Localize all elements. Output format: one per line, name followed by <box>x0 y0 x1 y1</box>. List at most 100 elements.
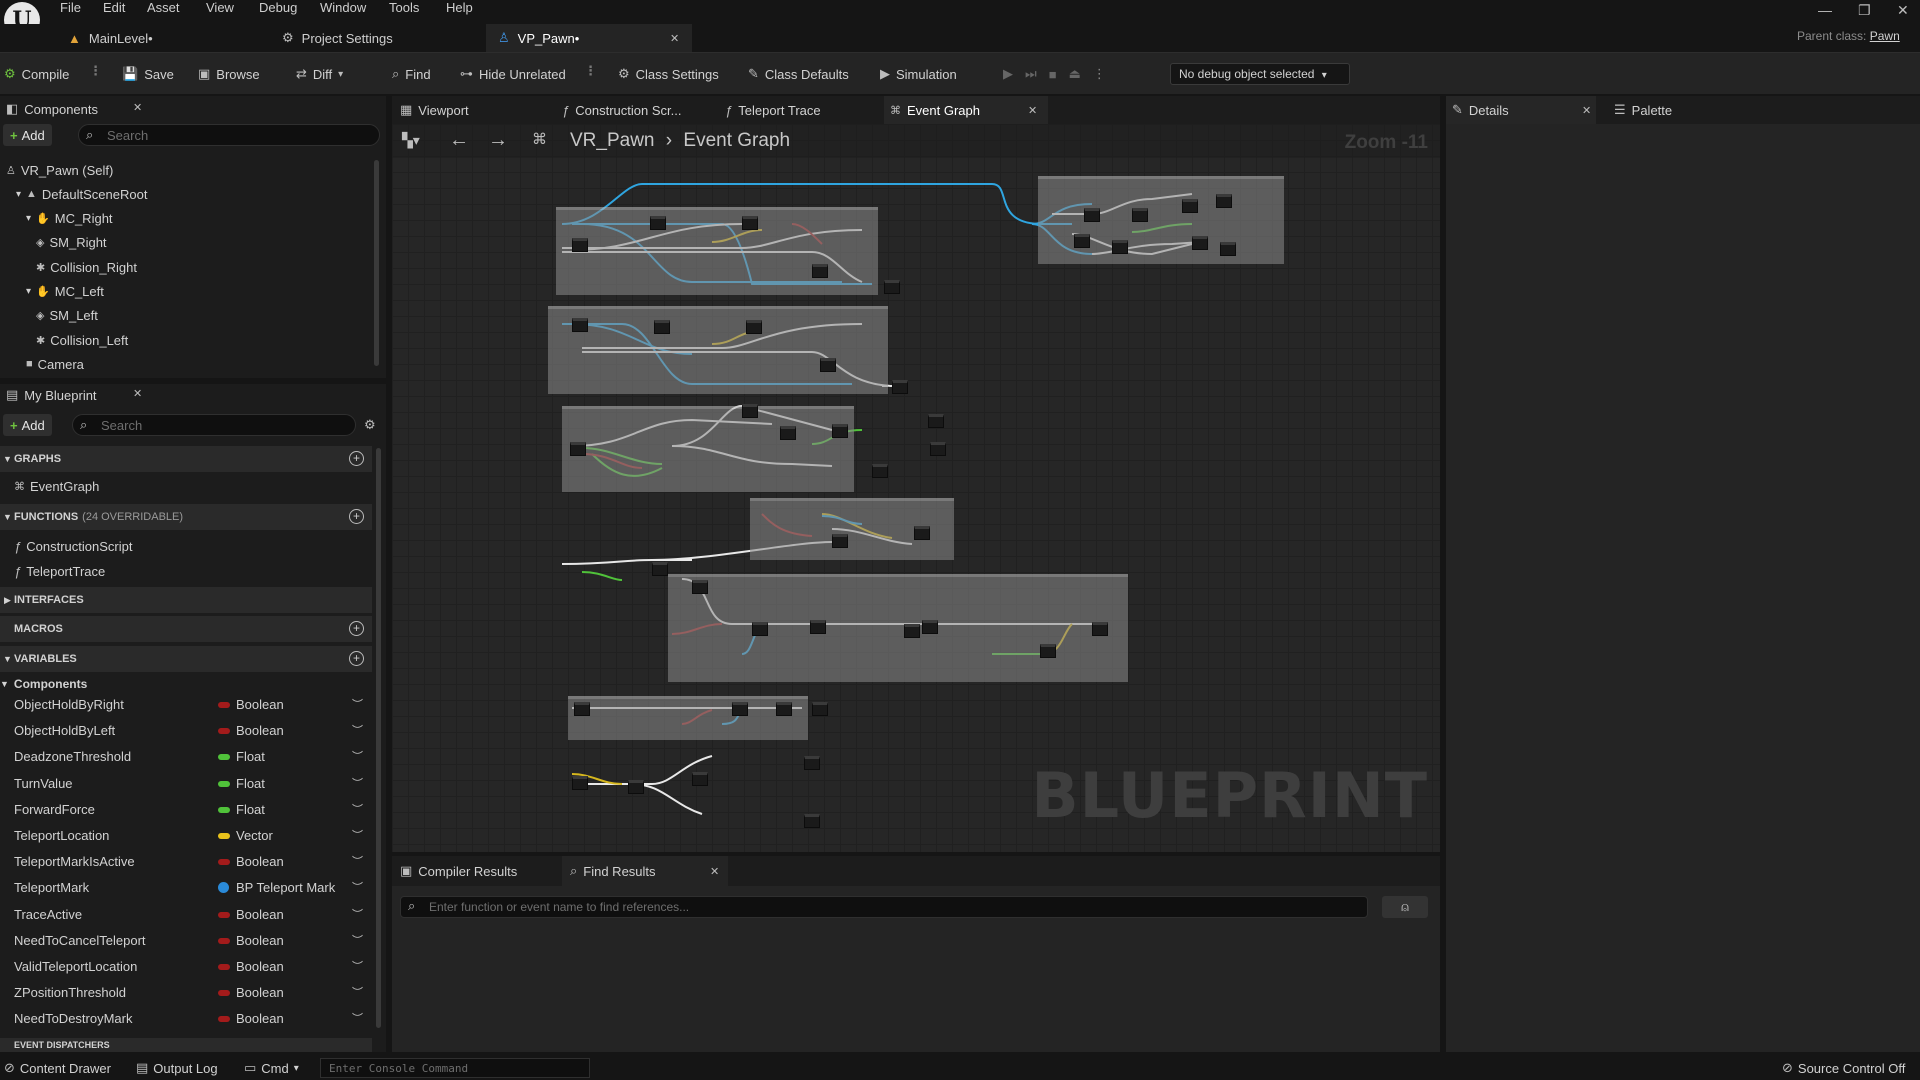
debug-object-select[interactable]: No debug object selected ▾ <box>1170 63 1350 85</box>
graph-node[interactable] <box>812 264 828 278</box>
tab-compiler-results[interactable]: ▣ Compiler Results <box>400 860 517 882</box>
graph-node[interactable] <box>742 216 758 230</box>
tab-vr-pawn[interactable]: ♙ VP_Pawn• ✕ <box>486 24 692 52</box>
visibility-eye-icon[interactable]: ︶ <box>352 984 363 1000</box>
tab-mainlevel[interactable]: ▲ MainLevel• <box>56 24 266 52</box>
variable-type[interactable]: Boolean <box>236 933 284 948</box>
graph-node[interactable] <box>574 702 590 716</box>
variable-type[interactable]: BP Teleport Mark <box>236 880 335 895</box>
graph-node[interactable] <box>884 280 900 294</box>
graph-node[interactable] <box>810 620 826 634</box>
graph-node[interactable] <box>812 702 828 716</box>
close-tab-icon[interactable]: ✕ <box>133 101 142 114</box>
comment-box[interactable] <box>568 696 808 740</box>
scrollbar[interactable] <box>374 160 379 366</box>
add-member-button[interactable]: + Add <box>3 414 52 436</box>
graph-node[interactable] <box>804 756 820 770</box>
graph-node[interactable] <box>820 358 836 372</box>
visibility-eye-icon[interactable]: ︶ <box>352 748 363 764</box>
graph-node[interactable] <box>732 702 748 716</box>
graph-node[interactable] <box>1084 208 1100 222</box>
more-options-icon[interactable]: ⋮ <box>1093 66 1106 82</box>
visibility-eye-icon[interactable]: ︶ <box>352 906 363 922</box>
menu-tools[interactable]: Tools <box>389 0 419 15</box>
graph-node[interactable] <box>832 424 848 438</box>
variable-type[interactable]: Boolean <box>236 854 284 869</box>
settings-gear-icon[interactable]: ⚙ <box>364 417 376 433</box>
variable-category-components[interactable]: ▼ Components <box>0 674 87 694</box>
function-item-constructionscript[interactable]: ƒ ConstructionScript <box>14 536 132 556</box>
browse-button[interactable]: ▣ Browse <box>198 63 260 85</box>
close-tab-icon[interactable]: ✕ <box>670 32 679 45</box>
add-graph-icon[interactable]: + <box>349 451 364 466</box>
close-window-icon[interactable]: ✕ <box>1897 2 1909 19</box>
variable-row[interactable]: NeedToCancelTeleport Boolean ︶ <box>0 928 372 954</box>
my-blueprint-search-input[interactable]: Search <box>72 414 356 436</box>
graph-node[interactable] <box>804 814 820 828</box>
graph-node[interactable] <box>742 404 758 418</box>
component-item[interactable]: ▾ ✋ MC_Left <box>26 282 104 302</box>
function-item-teleporttrace[interactable]: ƒ TeleportTrace <box>14 561 105 581</box>
variable-type[interactable]: Float <box>236 749 265 764</box>
interfaces-section-header[interactable]: ▶ INTERFACES <box>0 587 372 613</box>
components-tab[interactable]: ◧ Components <box>6 98 98 120</box>
graph-node[interactable] <box>904 624 920 638</box>
find-in-all-blueprints-button[interactable]: ⍝ <box>1382 896 1428 918</box>
variable-type[interactable]: Boolean <box>236 697 284 712</box>
menu-file[interactable]: File <box>60 0 81 15</box>
visibility-eye-icon[interactable]: ︶ <box>352 1010 363 1026</box>
content-drawer-button[interactable]: ⊘ Content Drawer <box>4 1060 111 1076</box>
variable-row[interactable]: TraceActive Boolean ︶ <box>0 902 372 928</box>
tab-palette[interactable]: ☰ Palette <box>1614 99 1672 121</box>
graph-item-eventgraph[interactable]: ⌘ EventGraph <box>14 476 99 496</box>
graphs-section-header[interactable]: ▼ GRAPHS + <box>0 446 372 472</box>
close-tab-icon[interactable]: ✕ <box>1582 104 1591 117</box>
visibility-eye-icon[interactable]: ︶ <box>352 775 363 791</box>
graph-node[interactable] <box>692 772 708 786</box>
graph-node[interactable] <box>572 776 588 790</box>
source-control-button[interactable]: ⊘ Source Control Off <box>1782 1060 1905 1076</box>
tab-project-settings[interactable]: ⚙ Project Settings <box>270 24 480 52</box>
add-function-icon[interactable]: + <box>349 509 364 524</box>
graph-node[interactable] <box>832 534 848 548</box>
graph-node[interactable] <box>1074 234 1090 248</box>
console-command-input[interactable]: Enter Console Command <box>320 1058 590 1078</box>
menu-help[interactable]: Help <box>446 0 473 15</box>
graph-node[interactable] <box>922 620 938 634</box>
tab-construction-script[interactable]: ƒ Construction Scr... <box>562 99 681 121</box>
diff-button[interactable]: ⇄ Diff ▾ <box>296 63 343 85</box>
visibility-eye-icon[interactable]: ︶ <box>352 879 363 895</box>
graph-node[interactable] <box>1132 208 1148 222</box>
variable-row[interactable]: TeleportMark BP Teleport Mark ︶ <box>0 875 372 901</box>
component-item[interactable]: ✱ Collision_Right <box>36 257 137 277</box>
variable-type[interactable]: Boolean <box>236 985 284 1000</box>
scrollbar[interactable] <box>376 448 381 1028</box>
variable-row[interactable]: ObjectHoldByLeft Boolean ︶ <box>0 718 372 744</box>
chevron-down-icon[interactable]: ▾ <box>26 213 31 224</box>
more-options-icon[interactable]: ⋮ <box>584 63 597 85</box>
graph-node[interactable] <box>780 426 796 440</box>
tab-event-graph[interactable]: ⌘ Event Graph ✕ <box>884 96 1048 124</box>
graph-node[interactable] <box>892 380 908 394</box>
component-item[interactable]: ◈ SM_Left <box>36 306 98 326</box>
graph-node[interactable] <box>692 580 708 594</box>
variable-type[interactable]: Boolean <box>236 1011 284 1026</box>
close-tab-icon[interactable]: ✕ <box>1028 104 1037 117</box>
forward-arrow-icon[interactable]: → <box>488 129 508 152</box>
graph-node[interactable] <box>752 622 768 636</box>
tab-viewport[interactable]: ▦ Viewport <box>400 99 469 121</box>
graph-node[interactable] <box>914 526 930 540</box>
graph-node[interactable] <box>928 414 944 428</box>
graph-node[interactable] <box>628 780 644 794</box>
visibility-eye-icon[interactable]: ︶ <box>352 827 363 843</box>
graph-node[interactable] <box>1216 194 1232 208</box>
variable-row[interactable]: TeleportLocation Vector ︶ <box>0 823 372 849</box>
variable-row[interactable]: ValidTeleportLocation Boolean ︶ <box>0 954 372 980</box>
variable-row[interactable]: TeleportMarkIsActive Boolean ︶ <box>0 849 372 875</box>
menu-debug[interactable]: Debug <box>259 0 297 15</box>
variable-row[interactable]: ObjectHoldByRight Boolean ︶ <box>0 692 372 718</box>
save-button[interactable]: 💾 Save <box>122 63 174 85</box>
graph-node[interactable] <box>1112 240 1128 254</box>
hide-unrelated-button[interactable]: ⊶ Hide Unrelated <box>460 63 566 85</box>
functions-section-header[interactable]: ▼ FUNCTIONS (24 OVERRIDABLE) + <box>0 504 372 530</box>
